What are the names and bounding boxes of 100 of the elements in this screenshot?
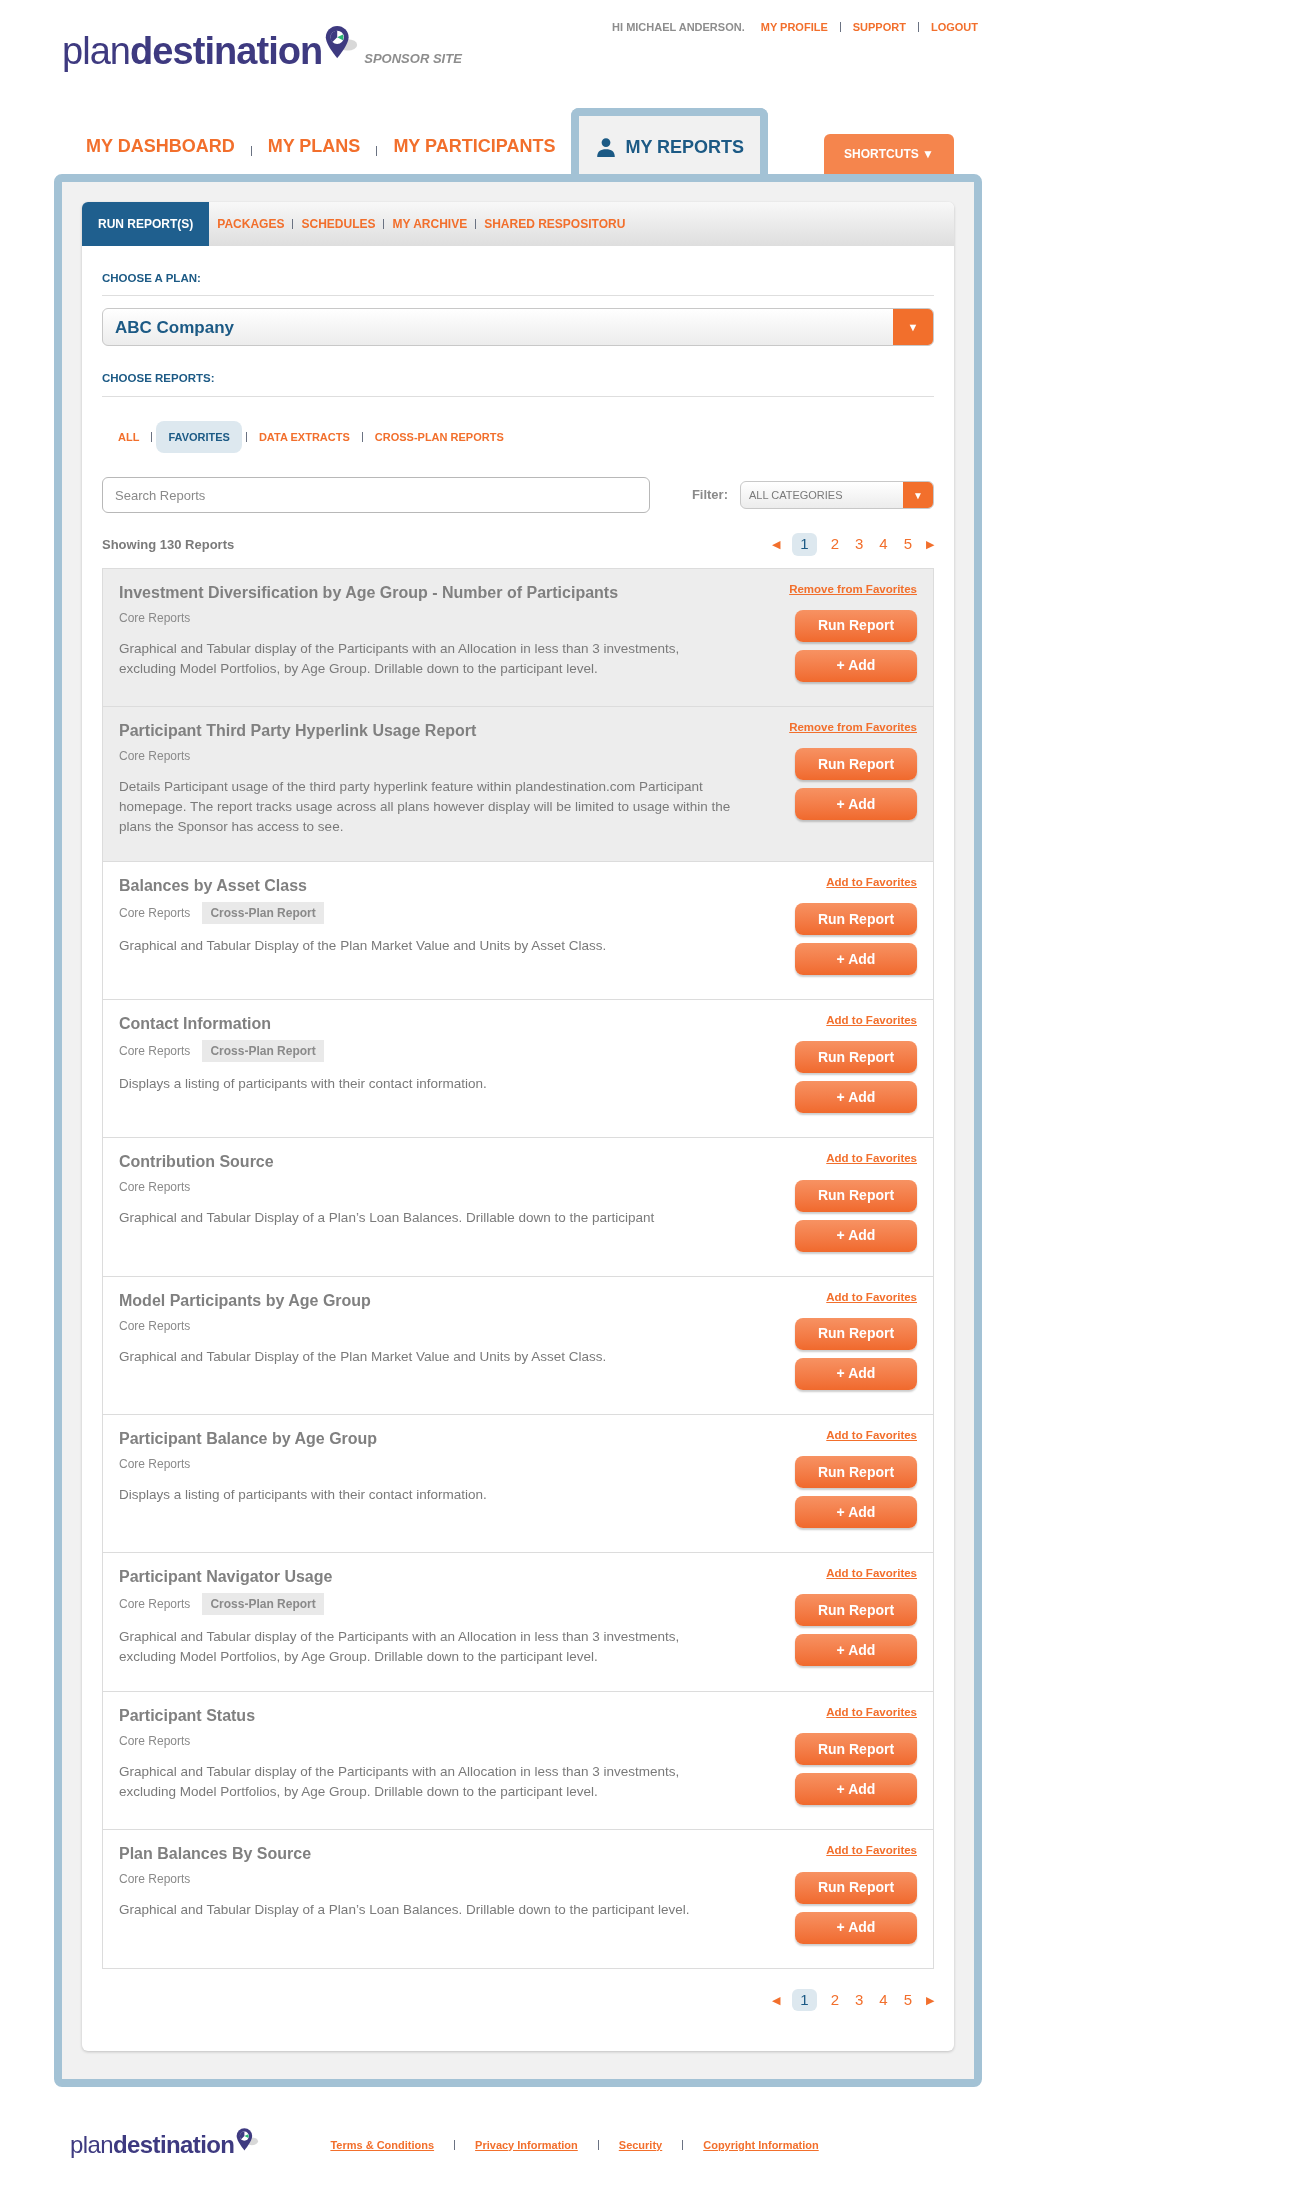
report-description: Graphical and Tabular display of the Participants with an Allocation in less than 3 investments, excluding Model Portfolios, by Age Group. Drillable down to the participant level.	[119, 639, 681, 678]
run-report-button[interactable]: Run Report	[795, 1317, 917, 1350]
footer-link[interactable]: Privacy Information	[475, 2136, 578, 2154]
add-button[interactable]: + Add	[795, 1219, 917, 1252]
report-description: Graphical and Tabular display of the Participants with an Allocation in less than 3 investments, excluding Model Portfolios, by Age Group. Drillable down to the participant level.	[119, 1763, 681, 1801]
report-title: Participant Balance by Age Group	[119, 1428, 379, 1449]
cross-plan-tag: Cross-Plan Report	[202, 1040, 324, 1062]
cross-plan-tag: Cross-Plan Report	[202, 901, 324, 924]
report-description: Graphical and Tabular Display of the Plan Market Value and Units by Asset Class.	[119, 936, 608, 955]
main-tab[interactable]: MY PLANS	[267, 133, 361, 160]
category-dropdown[interactable]: ALL CATEGORIES ▼	[740, 481, 934, 509]
logo-wordmark: plandestination	[62, 32, 323, 70]
page-button[interactable]: 2	[828, 533, 841, 556]
run-report-button[interactable]: Run Report	[795, 609, 917, 642]
report-filter-tab[interactable]: FAVORITES	[156, 420, 242, 453]
report-title: Plan Balances By Source	[119, 1844, 313, 1865]
run-report-button[interactable]: Run Report	[795, 1179, 917, 1212]
add-button[interactable]: + Add	[795, 788, 917, 820]
report-title: Participant Navigator Usage	[119, 1567, 334, 1587]
report-category: Core Reports	[119, 747, 191, 765]
add-button[interactable]: + Add	[795, 1081, 917, 1114]
header-link[interactable]: SUPPORT	[852, 18, 906, 36]
add-button[interactable]: + Add	[795, 1496, 917, 1528]
report-description: Graphical and Tabular Display of the Plan Market Value and Units by Asset Class.	[119, 1347, 608, 1366]
report-filter-tab[interactable]: DATA EXTRACTS	[250, 428, 358, 445]
sub-tab[interactable]: MY ARCHIVE	[392, 215, 468, 233]
run-report-button[interactable]: Run Report	[795, 1456, 917, 1488]
report-description: Graphical and Tabular Display of a Plan’s Loan Balances. Drillable down to the participant level.	[119, 1901, 691, 1920]
run-report-button[interactable]: Run Report	[795, 1041, 917, 1074]
logo-subtitle: SPONSOR SITE	[364, 49, 462, 68]
favorites-link[interactable]: Add to Favorites	[826, 1704, 917, 1722]
page-button[interactable]: 1	[792, 1988, 817, 2011]
report-filter-tab[interactable]: CROSS-PLAN REPORTS	[366, 428, 512, 445]
report-category: Core Reports	[119, 1871, 191, 1889]
run-report-button[interactable]: Run Report	[795, 1871, 917, 1904]
sub-tab[interactable]: SCHEDULES	[301, 215, 376, 233]
header-link[interactable]: LOGOUT	[930, 18, 978, 36]
report-title: Model Participants by Age Group	[119, 1290, 372, 1311]
report-category: Core Reports	[119, 1317, 191, 1335]
page-button[interactable]: 4	[877, 1988, 890, 2011]
favorites-link[interactable]: Remove from Favorites	[789, 580, 917, 598]
shortcuts-button[interactable]: SHORTCUTS ▼	[824, 134, 954, 174]
cross-plan-tag: Cross-Plan Report	[202, 1593, 324, 1615]
page-button[interactable]: 5	[901, 1988, 914, 2011]
report-filter-tab[interactable]: ALL	[110, 428, 148, 445]
plan-dropdown[interactable]: ABC Company ▼	[102, 308, 934, 347]
add-button[interactable]: + Add	[795, 649, 917, 682]
favorites-link[interactable]: Add to Favorites	[826, 1150, 917, 1168]
report-category: Core Reports	[119, 1043, 191, 1060]
run-report-button[interactable]: Run Report	[795, 748, 917, 780]
section-label: CHOOSE A PLAN:	[102, 270, 934, 297]
page-button[interactable]: 3	[852, 1988, 866, 2011]
next-page-button[interactable]: ▶	[926, 536, 934, 553]
footer-link[interactable]: Copyright Information	[703, 2136, 819, 2154]
next-page-button[interactable]: ▶	[926, 1991, 934, 2008]
add-button[interactable]: + Add	[795, 1773, 917, 1806]
map-pin-icon	[234, 2127, 261, 2153]
run-report-button[interactable]: Run Report	[795, 903, 917, 935]
report-title: Participant Status	[119, 1706, 257, 1726]
sub-tab[interactable]: RUN REPORT(S)	[82, 202, 210, 246]
add-button[interactable]: + Add	[795, 1634, 917, 1667]
previous-page-button[interactable]: ◀	[772, 1991, 781, 2008]
page-button[interactable]: 1	[792, 533, 817, 556]
page-button[interactable]: 5	[901, 533, 914, 556]
filter-label: Filter:	[691, 486, 728, 505]
favorites-link[interactable]: Add to Favorites	[826, 1842, 917, 1860]
page-button[interactable]: 2	[828, 1988, 841, 2011]
main-tab[interactable]: MY REPORTS	[571, 108, 769, 174]
favorites-link[interactable]: Remove from Favorites	[789, 718, 917, 736]
page-button[interactable]: 3	[852, 533, 866, 556]
favorites-link[interactable]: Add to Favorites	[826, 1012, 917, 1030]
sub-tab[interactable]: PACKAGES	[217, 215, 285, 233]
footer-link[interactable]: Terms & Conditions	[330, 2136, 435, 2154]
report-title: Participant Third Party Hyperlink Usage Report	[119, 720, 478, 741]
run-report-button[interactable]: Run Report	[795, 1594, 917, 1627]
report-title: Contact Information	[119, 1014, 272, 1034]
add-button[interactable]: + Add	[795, 1357, 917, 1390]
footer-logo: plandestination	[70, 2130, 235, 2160]
favorites-link[interactable]: Add to Favorites	[826, 1565, 917, 1583]
report-description: Graphical and Tabular Display of a Plan’s Loan Balances. Drillable down to the participant	[119, 1209, 656, 1228]
previous-page-button[interactable]: ◀	[772, 536, 781, 553]
favorites-link[interactable]: Add to Favorites	[826, 1426, 917, 1444]
footer-link[interactable]: Security	[618, 2136, 663, 2154]
report-category: Core Reports	[119, 1596, 191, 1613]
greeting: HI MICHAEL ANDERSON.	[612, 19, 745, 35]
favorites-link[interactable]: Add to Favorites	[826, 873, 917, 891]
add-button[interactable]: + Add	[795, 943, 917, 975]
add-button[interactable]: + Add	[795, 1911, 917, 1944]
report-category: Core Reports	[119, 609, 191, 627]
favorites-link[interactable]: Add to Favorites	[826, 1288, 917, 1306]
results-count: Showing 130 Reports	[102, 535, 235, 554]
header-link[interactable]: MY PROFILE	[760, 18, 828, 36]
sub-tab[interactable]: SHARED RESPOSITORU	[484, 215, 626, 233]
user-icon	[595, 136, 618, 158]
main-tab[interactable]: MY PARTICIPANTS	[393, 133, 556, 160]
main-tab[interactable]: MY DASHBOARD	[86, 133, 235, 160]
search-field[interactable]: Search Reports	[102, 477, 650, 513]
run-report-button[interactable]: Run Report	[795, 1733, 917, 1766]
page-button[interactable]: 4	[877, 533, 890, 556]
report-category: Core Reports	[119, 1733, 191, 1750]
